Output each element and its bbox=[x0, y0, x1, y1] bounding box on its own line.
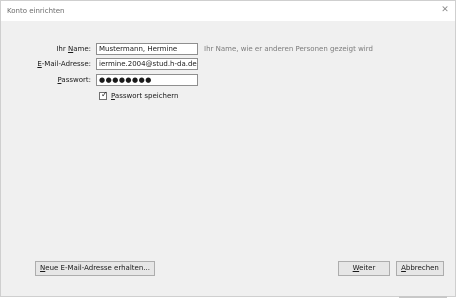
next-button[interactable]: Weiter bbox=[338, 261, 390, 276]
remember-password-label[interactable]: Passwort speichern bbox=[111, 92, 179, 100]
name-field[interactable]: Mustermann, Hermine bbox=[96, 43, 198, 55]
password-label: Passwort: bbox=[57, 76, 92, 84]
name-label: Ihr Name: bbox=[56, 45, 91, 53]
new-email-address-button[interactable]: Neue E-Mail-Adresse erhalten... bbox=[35, 261, 155, 276]
close-icon[interactable]: ✕ bbox=[440, 5, 450, 15]
email-field[interactable]: iermine.2004@stud.h-da.de bbox=[96, 58, 198, 70]
password-field[interactable]: ●●●●●●●● bbox=[96, 74, 198, 86]
title-bar: Konto einrichten ✕ bbox=[1, 1, 455, 21]
window-title: Konto einrichten bbox=[7, 7, 65, 15]
remember-password-checkbox[interactable]: ✓ bbox=[99, 90, 108, 100]
email-label: E-Mail-Adresse: bbox=[37, 60, 91, 68]
cancel-button[interactable]: Abbrechen bbox=[396, 261, 444, 276]
checkmark-icon: ✓ bbox=[101, 90, 108, 99]
account-setup-dialog: Konto einrichten ✕ Ihr Name: Mustermann,… bbox=[0, 0, 456, 297]
name-hint: Ihr Name, wie er anderen Personen gezeig… bbox=[204, 45, 373, 53]
